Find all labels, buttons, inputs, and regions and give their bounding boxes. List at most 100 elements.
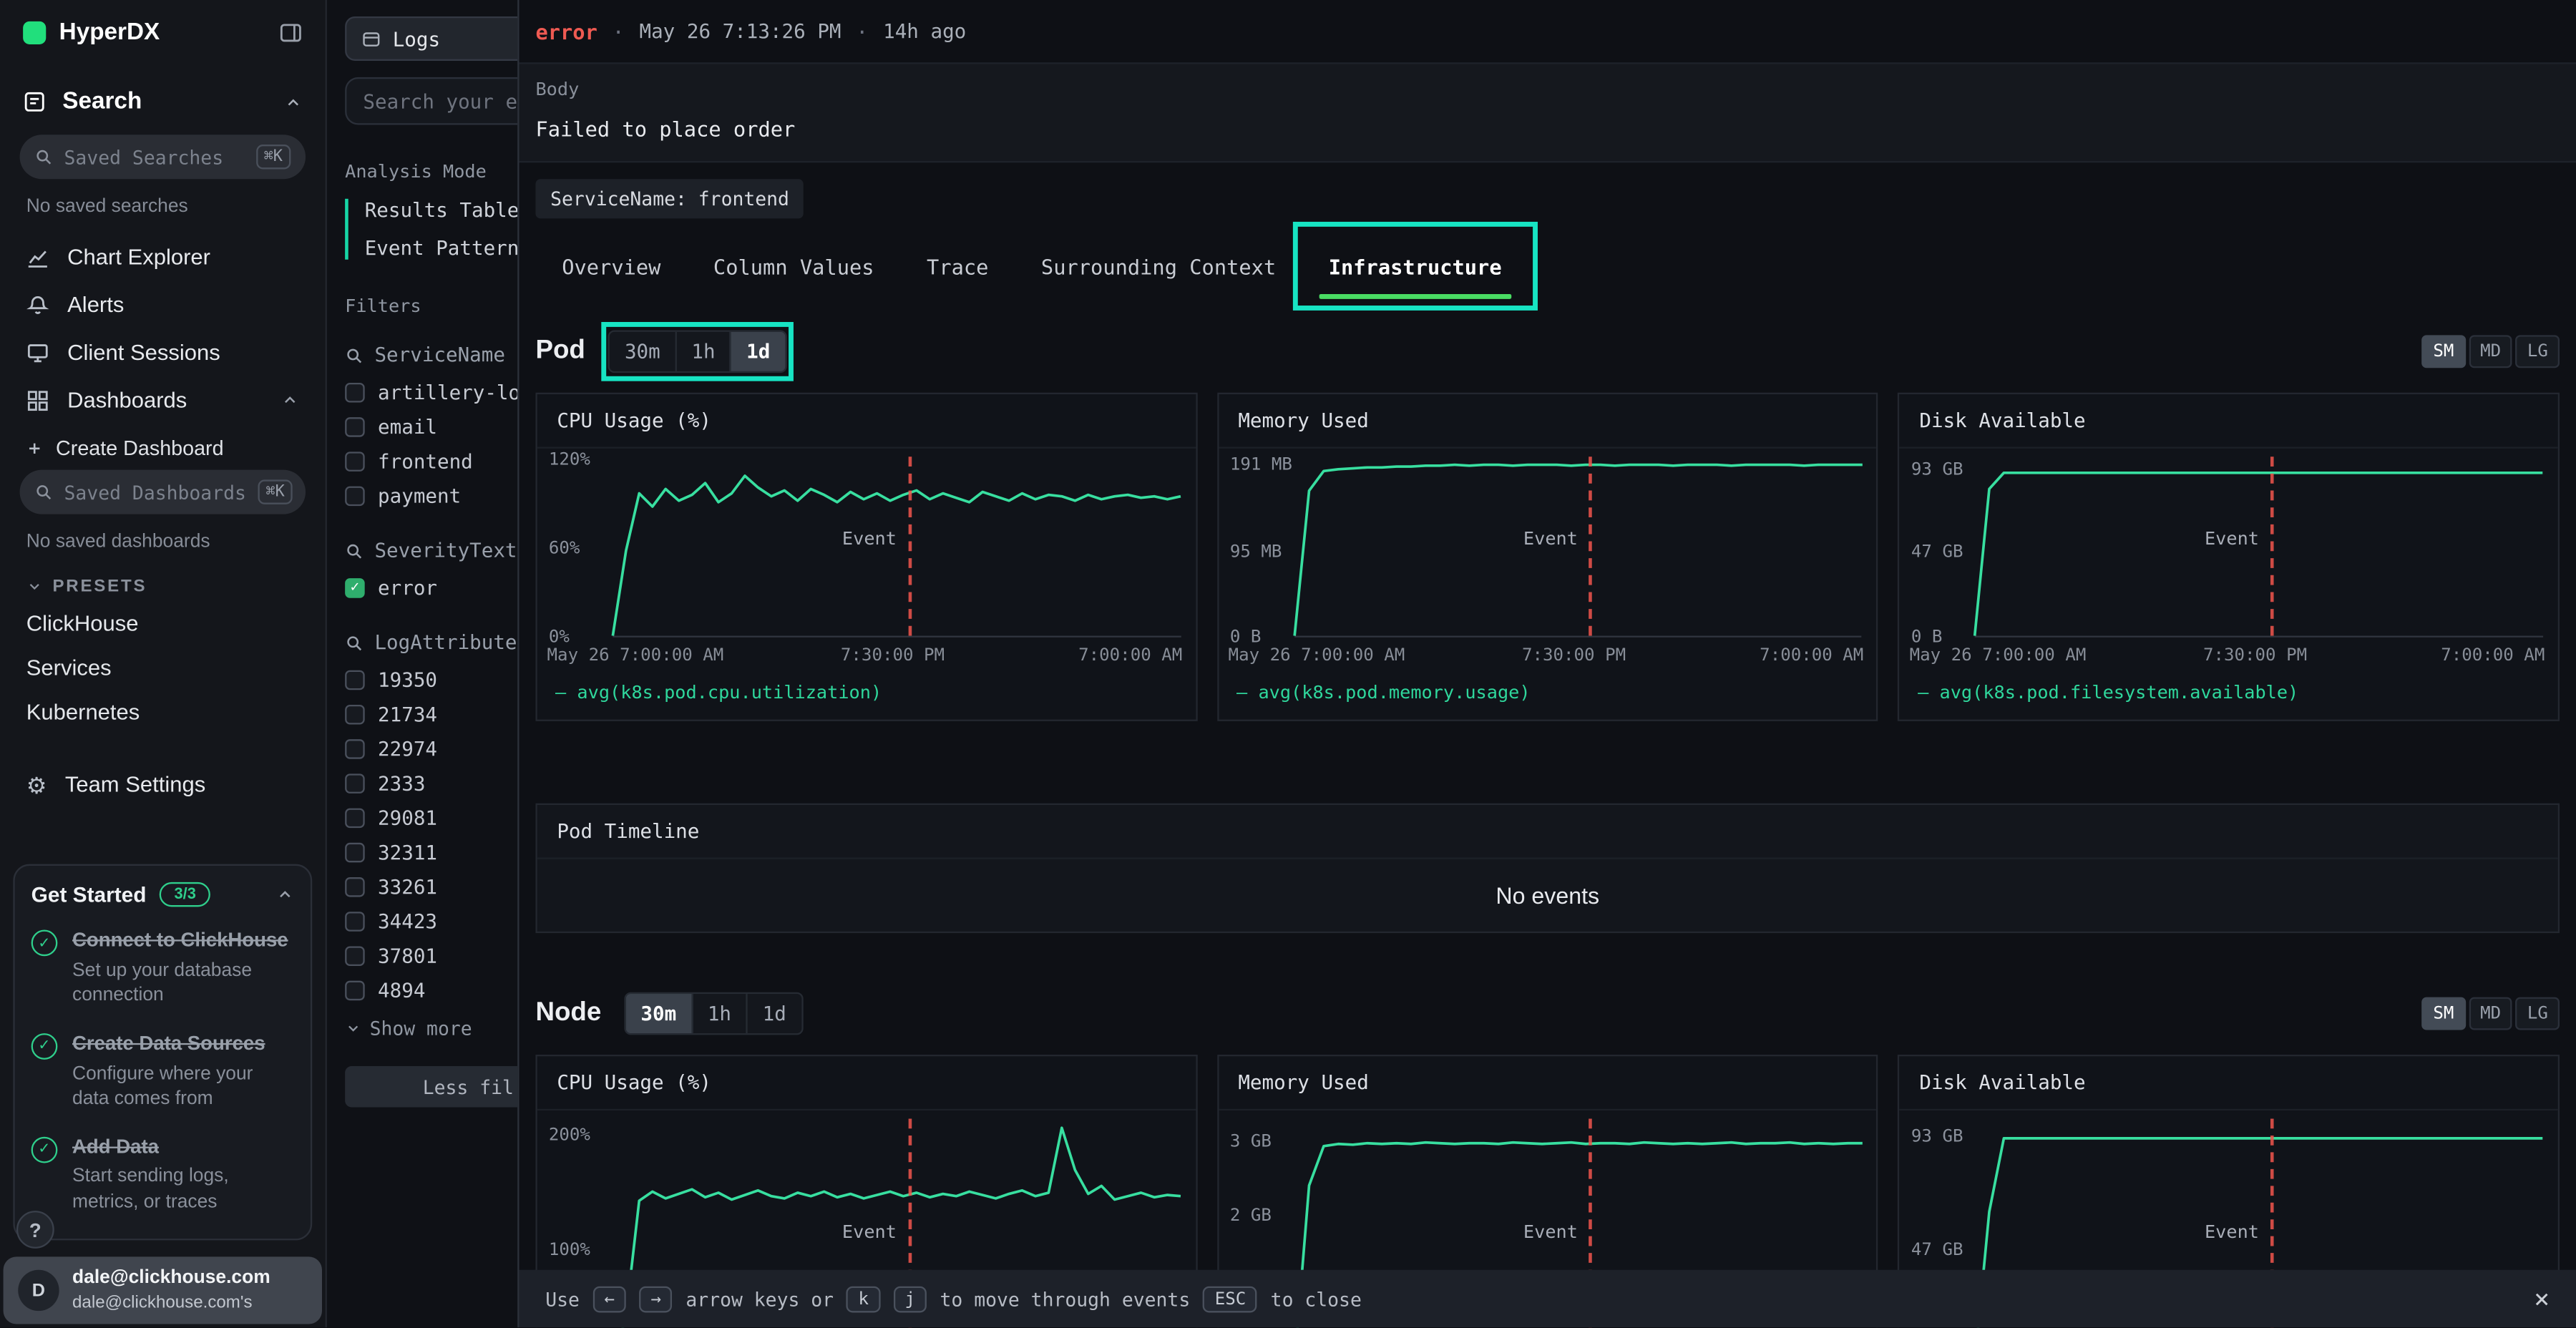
- pod-size-md[interactable]: MD: [2469, 335, 2512, 368]
- filter-group-header-logattributes[interactable]: LogAttributes: [345, 631, 517, 654]
- filter-option-label: 37801: [378, 944, 437, 967]
- checkbox-checked-icon[interactable]: ✓: [345, 577, 365, 597]
- checkbox-icon[interactable]: [345, 416, 365, 436]
- filter-option-payment[interactable]: payment: [345, 478, 517, 512]
- get-started-step[interactable]: ✓Create Data SourcesConfigure where your…: [31, 1032, 294, 1113]
- sidebar-item-chart-explorer[interactable]: Chart Explorer: [0, 233, 326, 281]
- y-axis-tick: 0 B: [1911, 628, 1943, 648]
- get-started-step[interactable]: ✓Add DataStart sending logs, metrics, or…: [31, 1135, 294, 1216]
- filter-option-32311[interactable]: 32311: [345, 834, 517, 869]
- saved-dashboards-input[interactable]: Saved Dashboards ⌘K: [20, 470, 306, 514]
- get-started-header[interactable]: Get Started 3/3: [31, 883, 294, 907]
- filter-option-19350[interactable]: 19350: [345, 662, 517, 696]
- presets-toggle[interactable]: PRESETS: [0, 555, 326, 601]
- checkbox-icon[interactable]: [345, 670, 365, 690]
- checkbox-icon[interactable]: [345, 945, 365, 965]
- filter-option-37801[interactable]: 37801: [345, 938, 517, 972]
- node-range-1h[interactable]: 1h: [691, 994, 746, 1033]
- chart-title-node-cpu: CPU Usage (%): [537, 1056, 1196, 1110]
- tab-trace[interactable]: Trace: [900, 228, 1015, 304]
- sidebar-item-search[interactable]: Search: [0, 59, 326, 125]
- checkbox-icon[interactable]: [345, 704, 365, 724]
- event-marker-label: Event: [2205, 528, 2259, 550]
- node-range-1d[interactable]: 1d: [746, 994, 801, 1033]
- close-icon[interactable]: ×: [2534, 1283, 2550, 1314]
- chevron-down-icon: [345, 1020, 361, 1037]
- checkbox-icon[interactable]: [345, 807, 365, 827]
- checkbox-icon[interactable]: [345, 842, 365, 862]
- filter-option-21734[interactable]: 21734: [345, 696, 517, 731]
- node-range-30m[interactable]: 30m: [626, 994, 691, 1033]
- search-icon: [345, 633, 363, 651]
- x-axis-tick: 7:00:00 AM: [1760, 645, 1863, 665]
- sidebar-item-dashboards[interactable]: Dashboards: [0, 376, 326, 424]
- pod-range-1h[interactable]: 1h: [675, 332, 730, 371]
- source-selector-button[interactable]: Logs: [345, 16, 517, 61]
- sidebar-item-alerts[interactable]: Alerts: [0, 281, 326, 329]
- checkbox-icon[interactable]: [345, 485, 365, 505]
- node-size-lg[interactable]: LG: [2516, 997, 2560, 1030]
- saved-searches-input[interactable]: Saved Searches ⌘K: [20, 135, 306, 179]
- chevron-up-icon[interactable]: [284, 93, 302, 111]
- node-size-md[interactable]: MD: [2469, 997, 2512, 1030]
- chart-plot-pod-disk: Event93 GB47 GB0 B: [1900, 449, 2558, 646]
- filter-option-29081[interactable]: 29081: [345, 800, 517, 834]
- filter-option-frontend[interactable]: frontend: [345, 444, 517, 478]
- chart-legend-pod-memory: — avg(k8s.pod.memory.usage): [1219, 670, 1877, 720]
- preset-item-kubernetes[interactable]: Kubernetes: [0, 690, 326, 734]
- service-name-tag[interactable]: ServiceName: frontend: [535, 179, 804, 218]
- filter-option-artillery-loa[interactable]: artillery-loa: [345, 374, 517, 409]
- filter-option-email[interactable]: email: [345, 409, 517, 444]
- help-button[interactable]: ?: [16, 1211, 54, 1249]
- presets-label: PRESETS: [52, 577, 147, 597]
- checkbox-icon[interactable]: [345, 451, 365, 471]
- x-axis-ticks: May 26 7:00:00 AM7:30:00 PM7:00:00 AM: [1900, 645, 2558, 670]
- tab-surrounding-context[interactable]: Surrounding Context: [1015, 228, 1302, 304]
- pod-range-1d[interactable]: 1d: [730, 332, 785, 371]
- filter-group-header-severitytext[interactable]: SeverityText: [345, 539, 517, 562]
- less-filters-button[interactable]: Less fil: [345, 1066, 517, 1107]
- x-axis-ticks: May 26 7:00:00 AM7:30:00 PM7:00:00 AM: [1219, 645, 1877, 670]
- checkbox-icon[interactable]: [345, 877, 365, 897]
- analysis-mode-event-patterns[interactable]: Event Patterns: [365, 237, 518, 260]
- filter-option-33261[interactable]: 33261: [345, 869, 517, 904]
- chart-plot-region: Event: [1294, 456, 1862, 638]
- pod-size-lg[interactable]: LG: [2516, 335, 2560, 368]
- checkbox-icon[interactable]: [345, 382, 365, 402]
- preset-item-clickhouse[interactable]: ClickHouse: [0, 601, 326, 645]
- filter-option-22974[interactable]: 22974: [345, 731, 517, 766]
- analysis-mode-results-table[interactable]: Results Table: [365, 199, 518, 222]
- create-dashboard-button[interactable]: Create Dashboard: [0, 424, 326, 460]
- node-size-sm[interactable]: SM: [2421, 997, 2465, 1030]
- get-started-step[interactable]: ✓Connect to ClickHouseSet up your databa…: [31, 929, 294, 1010]
- show-more-link[interactable]: Show more: [345, 1017, 517, 1040]
- checkbox-icon[interactable]: [345, 911, 365, 931]
- filter-group-header-servicename[interactable]: ServiceName: [345, 343, 517, 366]
- tab-infrastructure[interactable]: Infrastructure: [1302, 228, 1528, 304]
- sidebar-collapse-icon[interactable]: [279, 21, 302, 44]
- filter-option-error[interactable]: ✓error: [345, 570, 517, 605]
- gear-icon: ⚙: [26, 773, 47, 796]
- sidebar-item-team-settings[interactable]: ⚙ Team Settings: [0, 761, 326, 809]
- filter-option-label: 22974: [378, 737, 437, 760]
- sidebar-item-client-sessions[interactable]: Client Sessions: [0, 328, 326, 376]
- filter-option-2333[interactable]: 2333: [345, 766, 517, 800]
- analysis-mode-label: Analysis Mode: [345, 161, 517, 182]
- preset-item-services[interactable]: Services: [0, 645, 326, 690]
- pod-size-sm[interactable]: SM: [2421, 335, 2465, 368]
- filter-option-label: 29081: [378, 806, 437, 829]
- checkbox-icon[interactable]: [345, 980, 365, 1000]
- y-axis-tick: 191 MB: [1230, 455, 1292, 475]
- filter-option-34423[interactable]: 34423: [345, 904, 517, 938]
- chevron-up-icon[interactable]: [276, 886, 294, 904]
- checkbox-icon[interactable]: [345, 773, 365, 793]
- pod-range-30m[interactable]: 30m: [610, 332, 675, 371]
- filter-option-4894[interactable]: 4894: [345, 972, 517, 1007]
- checkbox-icon[interactable]: [345, 738, 365, 758]
- tab-overview[interactable]: Overview: [535, 228, 687, 304]
- event-search-input[interactable]: Search your ev: [345, 77, 517, 125]
- y-axis-tick: 93 GB: [1911, 1126, 1963, 1146]
- hyperdx-logo-icon: [23, 21, 46, 44]
- tab-column-values[interactable]: Column Values: [687, 228, 900, 304]
- user-menu[interactable]: D dale@clickhouse.com dale@clickhouse.co…: [4, 1257, 322, 1324]
